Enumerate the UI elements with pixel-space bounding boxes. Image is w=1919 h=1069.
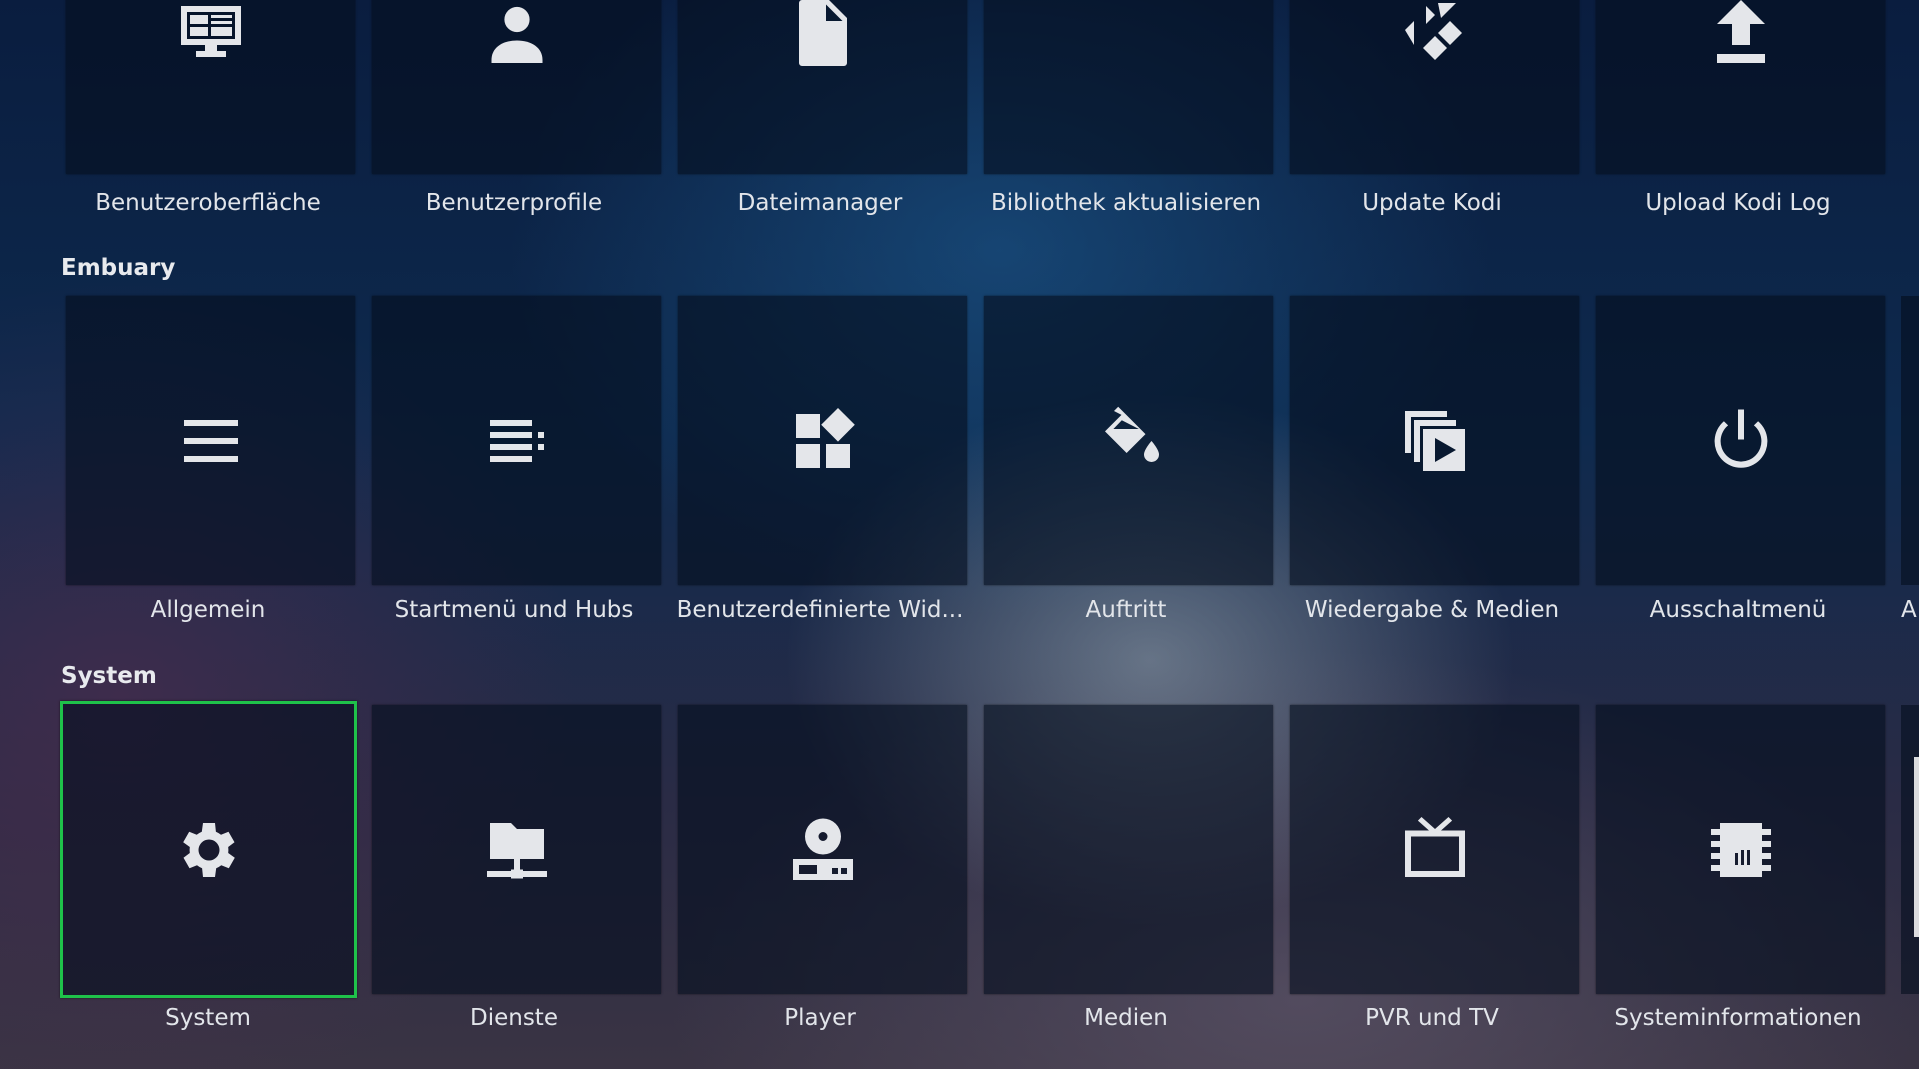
tile-caption: Allgemein: [150, 597, 266, 623]
widgets-icon: [783, 401, 863, 481]
tile-benutzerdefinierte-widgets[interactable]: [678, 296, 967, 585]
menu-lines-icon: [171, 401, 251, 481]
tile-caption: Medien: [1084, 1005, 1168, 1031]
chip-icon: [1701, 810, 1781, 890]
tile-caption: Benutzerdefinierte Wid...: [676, 597, 964, 623]
tile-bibliothek-aktualisieren[interactable]: [984, 0, 1273, 174]
tv-icon: [1395, 810, 1475, 890]
file-icon: [783, 0, 863, 73]
tile-caption: Dienste: [470, 1005, 558, 1031]
tile-update-kodi[interactable]: [1290, 0, 1579, 174]
tile-caption: Benutzeroberfläche: [95, 190, 321, 216]
tile-pvr-und-tv[interactable]: [1290, 705, 1579, 994]
paint-bucket-icon: [1089, 401, 1169, 481]
tile-wiedergabe-und-medien[interactable]: [1290, 296, 1579, 585]
disc-player-icon: [783, 810, 863, 890]
kodi-logo-icon: [1395, 0, 1475, 73]
tile-caption: A: [1901, 597, 1917, 623]
gear-icon: [169, 810, 249, 890]
tile-ausschaltmenue[interactable]: [1596, 296, 1885, 585]
tile-caption: Dateimanager: [737, 190, 903, 216]
section-title-embuary: Embuary: [61, 255, 176, 281]
section-title-system: System: [61, 663, 157, 689]
tile-caption: Wiedergabe & Medien: [1304, 597, 1560, 623]
scrollbar[interactable]: [1914, 757, 1919, 937]
tile-caption: Ausschaltmenü: [1649, 597, 1827, 623]
tile-caption: Upload Kodi Log: [1645, 190, 1831, 216]
tile-systeminformationen[interactable]: [1596, 705, 1885, 994]
tile-caption: Systeminformationen: [1614, 1005, 1862, 1031]
tile-caption: Startmenü und Hubs: [394, 597, 634, 623]
tile-allgemein[interactable]: [66, 296, 355, 585]
monitor-layout-icon: [171, 0, 251, 73]
tile-auftritt[interactable]: [984, 296, 1273, 585]
tile-partial[interactable]: [1901, 296, 1919, 585]
tile-dateimanager[interactable]: [678, 0, 967, 174]
network-folder-icon: [477, 810, 557, 890]
power-icon: [1701, 401, 1781, 481]
tile-caption: System: [165, 1005, 251, 1031]
tile-caption: Player: [784, 1005, 856, 1031]
tile-medien[interactable]: [984, 705, 1273, 994]
tile-caption: Update Kodi: [1362, 190, 1502, 216]
media-library-icon: [1395, 401, 1475, 481]
tile-benutzeroberflaeche[interactable]: [66, 0, 355, 174]
tile-player[interactable]: [678, 705, 967, 994]
tile-startmenue-und-hubs[interactable]: [372, 296, 661, 585]
tile-system[interactable]: [60, 701, 357, 998]
list-menu-icon: [477, 401, 557, 481]
upload-icon: [1701, 0, 1781, 73]
tile-caption: Auftritt: [1085, 597, 1167, 623]
tile-caption: Bibliothek aktualisieren: [990, 190, 1262, 216]
tile-upload-kodi-log[interactable]: [1596, 0, 1885, 174]
tile-dienste[interactable]: [372, 705, 661, 994]
tile-caption: PVR und TV: [1365, 1005, 1499, 1031]
user-icon: [477, 0, 557, 73]
tile-benutzerprofile[interactable]: [372, 0, 661, 174]
tile-caption: Benutzerprofile: [425, 190, 603, 216]
